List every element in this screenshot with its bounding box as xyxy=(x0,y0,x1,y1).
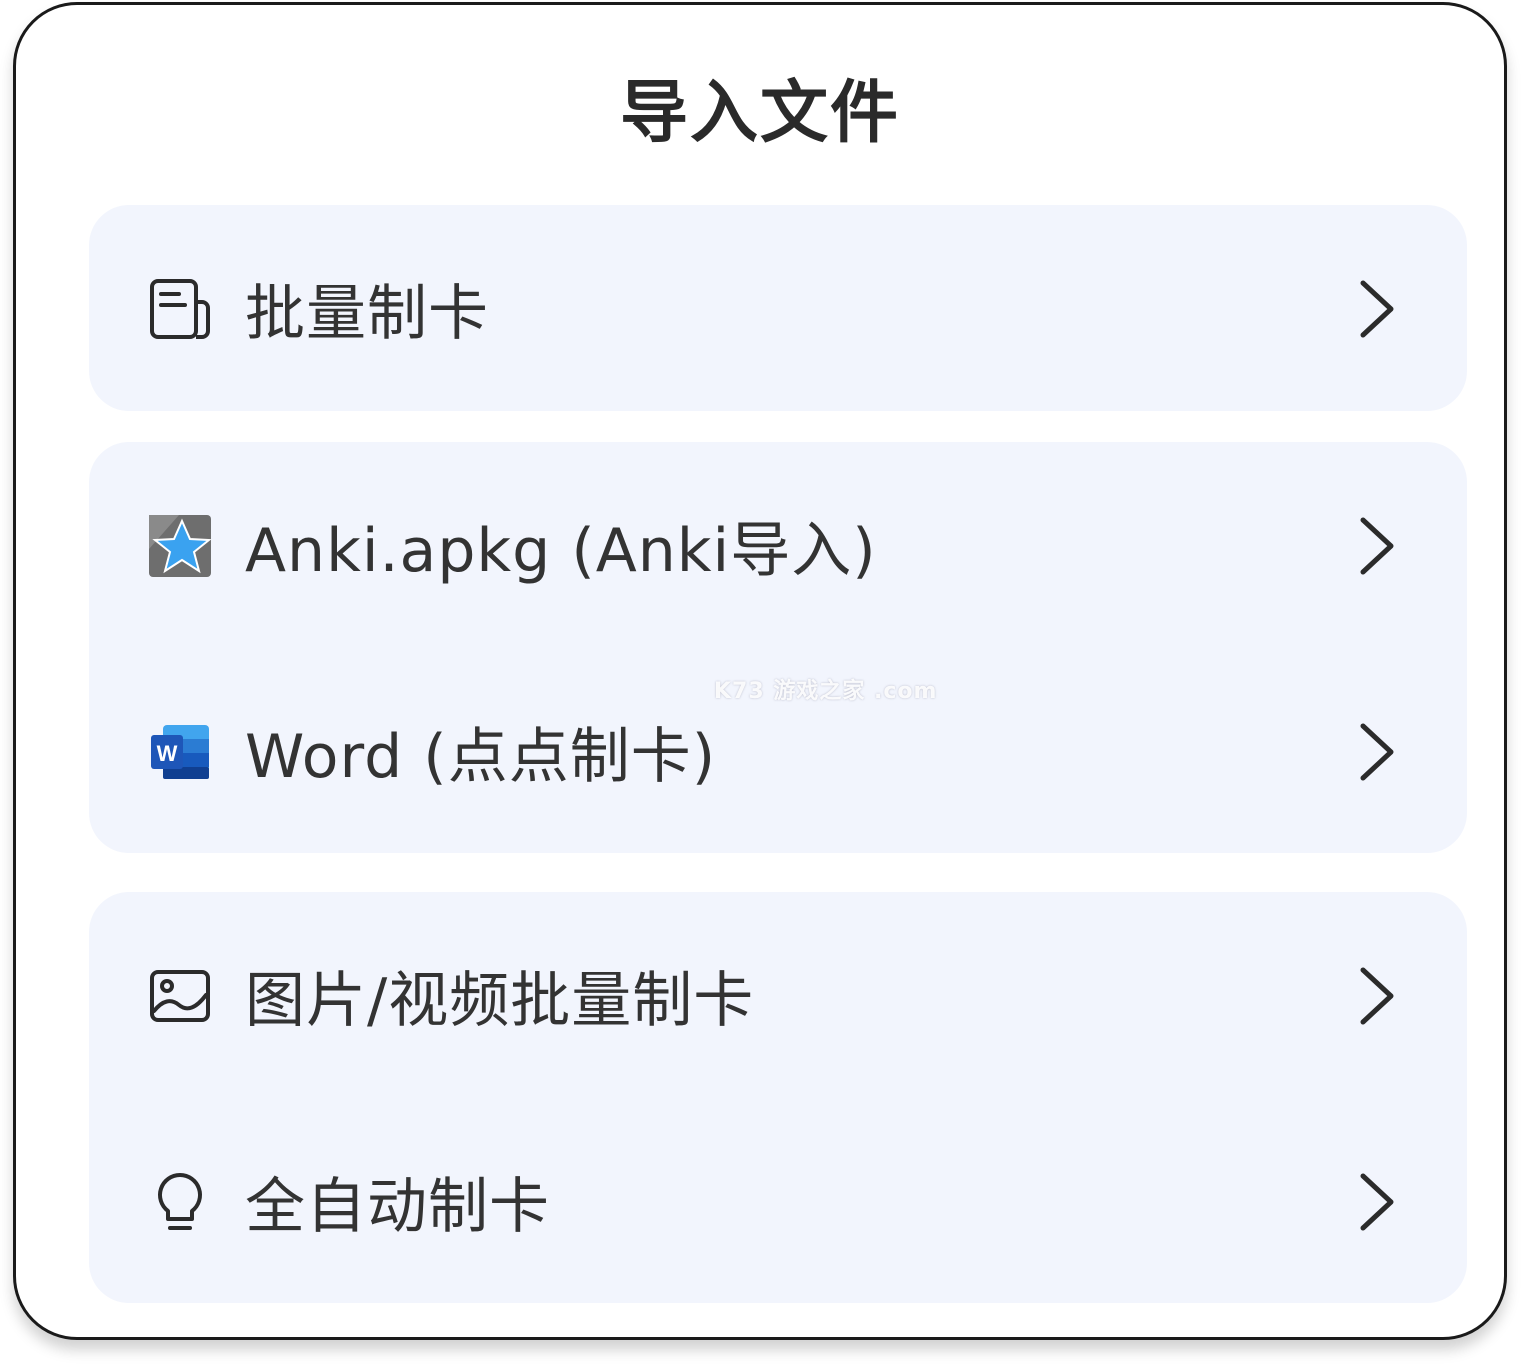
card-batch: 批量制卡 xyxy=(89,205,1467,411)
menu-item-label: Word (点点制卡) xyxy=(245,721,717,792)
menu-item-word-import[interactable]: W Word (点点制卡) xyxy=(89,696,1467,806)
menu-item-image-video-batch[interactable]: 图片/视频批量制卡 xyxy=(89,940,1467,1050)
menu-item-label: 全自动制卡 xyxy=(245,1171,550,1242)
chevron-right-icon xyxy=(1357,722,1397,782)
dialog-title: 导入文件 xyxy=(619,74,900,153)
chevron-right-icon xyxy=(1357,1172,1397,1232)
menu-item-anki-import[interactable]: Anki.apkg (Anki导入) xyxy=(89,490,1467,600)
anki-star-icon xyxy=(149,515,212,577)
import-file-dialog: 导入文件 批量制卡 Anki.apkg (Anki导入) W Word (点点制… xyxy=(13,2,1507,1340)
chevron-right-icon xyxy=(1357,966,1397,1026)
menu-item-label: Anki.apkg (Anki导入) xyxy=(245,515,877,586)
menu-item-label: 批量制卡 xyxy=(245,278,489,349)
chevron-right-icon xyxy=(1357,516,1397,576)
image-icon xyxy=(149,965,211,1027)
menu-item-auto-make-card[interactable]: 全自动制卡 xyxy=(89,1146,1467,1256)
watermark-logo: K73 游戏之家 .com xyxy=(714,679,938,704)
word-icon: W xyxy=(149,721,211,783)
card-auto-make: 图片/视频批量制卡 全自动制卡 xyxy=(89,892,1467,1303)
batch-card-icon xyxy=(149,278,211,340)
menu-item-label: 图片/视频批量制卡 xyxy=(245,965,755,1036)
chevron-right-icon xyxy=(1357,279,1397,339)
svg-text:W: W xyxy=(157,741,178,766)
menu-item-batch-card[interactable]: 批量制卡 xyxy=(89,253,1467,363)
card-import-formats: Anki.apkg (Anki导入) W Word (点点制卡) xyxy=(89,442,1467,853)
lightbulb-icon xyxy=(149,1171,211,1233)
